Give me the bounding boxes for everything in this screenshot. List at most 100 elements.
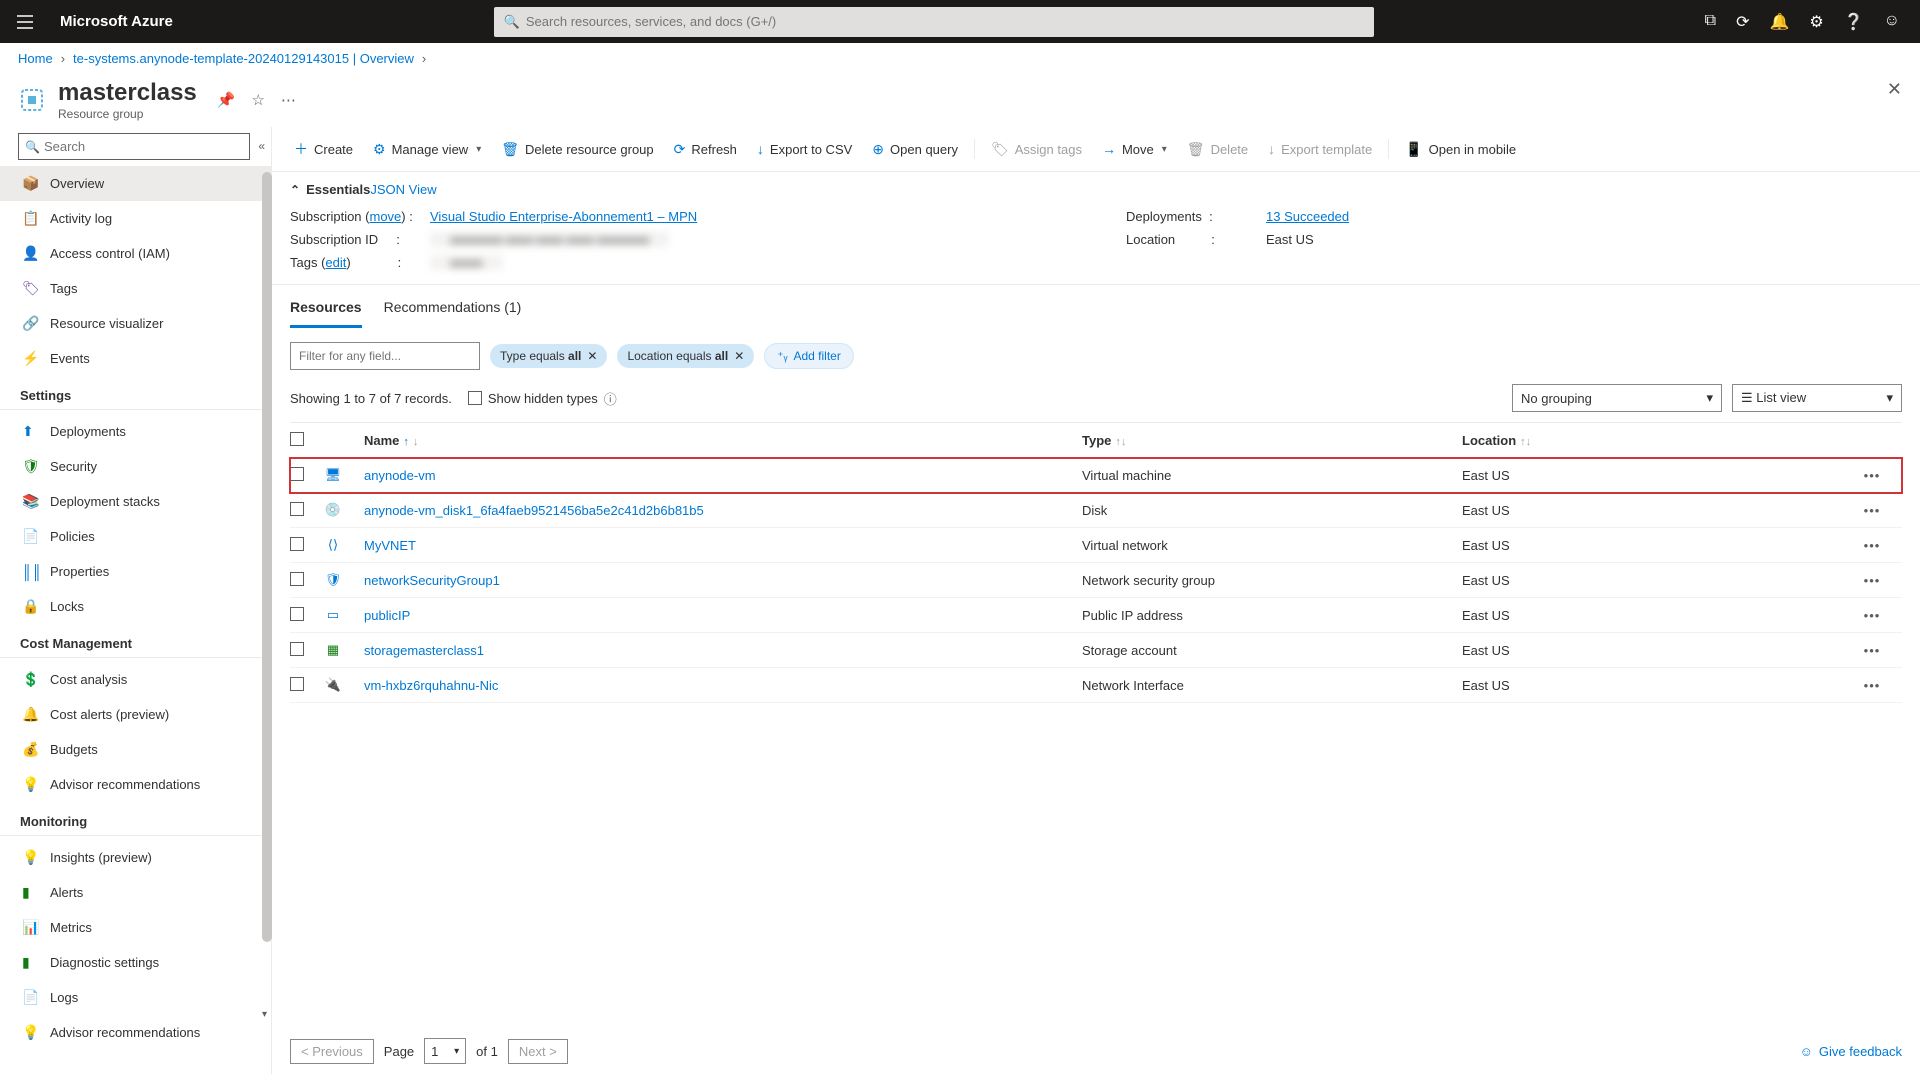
table-row[interactable]: ▦ storagemasterclass1 Storage account Ea… <box>290 633 1902 668</box>
subscription-move-link[interactable]: move <box>370 209 402 224</box>
row-more-icon[interactable]: ••• <box>1842 503 1902 518</box>
sidebar-item[interactable]: 💲Cost analysis <box>0 662 271 697</box>
breadcrumb-home[interactable]: Home <box>18 51 53 66</box>
collapse-sidebar-icon[interactable]: « <box>258 139 265 153</box>
row-more-icon[interactable]: ••• <box>1842 468 1902 483</box>
resource-name-link[interactable]: anynode-vm_disk1_6fa4faeb9521456ba5e2c41… <box>364 503 704 518</box>
col-location[interactable]: Location↑↓ <box>1462 433 1842 448</box>
sidebar-item[interactable]: 📋Activity log <box>0 201 271 236</box>
add-filter-button[interactable]: ⁺ᵧAdd filter <box>764 343 854 369</box>
type-filter-pill[interactable]: Type equals all✕ <box>490 344 607 368</box>
resource-name-link[interactable]: publicIP <box>364 608 410 623</box>
refresh-button[interactable]: ⟳Refresh <box>670 137 741 162</box>
open-mobile-button[interactable]: 📱Open in mobile <box>1401 137 1520 162</box>
resource-name-link[interactable]: storagemasterclass1 <box>364 643 484 658</box>
resource-name-link[interactable]: networkSecurityGroup1 <box>364 573 500 588</box>
table-row[interactable]: 💿 anynode-vm_disk1_6fa4faeb9521456ba5e2c… <box>290 493 1902 528</box>
feedback-icon[interactable]: ☺ <box>1884 12 1900 32</box>
sidebar-item[interactable]: 🛡Security <box>0 449 271 484</box>
essentials-toggle[interactable]: ⌃ Essentials JSON View <box>290 182 1902 197</box>
sidebar-item[interactable]: ║║Properties <box>0 554 271 589</box>
export-csv-button[interactable]: ↓Export to CSV <box>753 137 856 161</box>
grouping-dropdown[interactable]: No grouping▾ <box>1512 384 1722 412</box>
favorite-icon[interactable]: ☆ <box>251 91 264 109</box>
filter-input[interactable] <box>290 342 480 370</box>
row-more-icon[interactable]: ••• <box>1842 643 1902 658</box>
global-search-input[interactable] <box>526 14 1364 29</box>
tab-recommendations[interactable]: Recommendations (1) <box>384 299 522 328</box>
sidebar-item[interactable]: ⚡Events <box>0 341 271 376</box>
row-checkbox[interactable] <box>290 572 304 586</box>
view-dropdown[interactable]: ☰ List view▾ <box>1732 384 1902 412</box>
sidebar-item[interactable]: ▮Alerts <box>0 875 271 910</box>
sidebar-item[interactable]: 🔒Locks <box>0 589 271 624</box>
filter-icon[interactable]: ⟳ <box>1736 12 1749 32</box>
row-checkbox[interactable] <box>290 642 304 656</box>
delete-rg-button[interactable]: 🗑Delete resource group <box>497 137 657 162</box>
location-filter-pill[interactable]: Location equals all✕ <box>617 344 754 368</box>
settings-icon[interactable]: ⚙ <box>1809 12 1823 32</box>
deployments-link[interactable]: 13 Succeeded <box>1266 209 1349 224</box>
subscription-link[interactable]: Visual Studio Enterprise-Abonnement1 – M… <box>430 209 697 224</box>
hamburger-menu-icon[interactable] <box>10 15 40 29</box>
sidebar-item[interactable]: 📚Deployment stacks <box>0 484 271 519</box>
sidebar-item[interactable]: 🏷Tags <box>0 271 271 306</box>
breadcrumb-path[interactable]: te-systems.anynode-template-202401291430… <box>73 51 414 66</box>
previous-page-button[interactable]: < Previous <box>290 1039 374 1064</box>
col-type[interactable]: Type↑↓ <box>1082 433 1462 448</box>
sidebar-item[interactable]: 👤Access control (IAM) <box>0 236 271 271</box>
close-icon[interactable]: ✕ <box>587 349 597 363</box>
cloud-shell-icon[interactable]: ⧉ <box>1705 12 1716 32</box>
sidebar-item[interactable]: 📄Logs <box>0 980 271 1015</box>
row-more-icon[interactable]: ••• <box>1842 678 1902 693</box>
resource-name-link[interactable]: MyVNET <box>364 538 416 553</box>
sidebar-search-input[interactable] <box>44 139 243 154</box>
notifications-icon[interactable]: 🔔 <box>1769 12 1789 32</box>
tab-resources[interactable]: Resources <box>290 299 362 328</box>
table-row[interactable]: ⟨⟩ MyVNET Virtual network East US ••• <box>290 528 1902 563</box>
more-icon[interactable]: ⋯ <box>281 91 296 109</box>
help-icon[interactable]: ❔ <box>1844 12 1864 32</box>
sidebar-item[interactable]: 💡Insights (preview) <box>0 840 271 875</box>
sidebar-item[interactable]: 🔗Resource visualizer <box>0 306 271 341</box>
sidebar-search[interactable]: 🔍 <box>18 133 250 160</box>
resource-name-link[interactable]: anynode-vm <box>364 468 436 483</box>
table-row[interactable]: ▭ publicIP Public IP address East US ••• <box>290 598 1902 633</box>
sidebar-item[interactable]: 💰Budgets <box>0 732 271 767</box>
pin-icon[interactable]: 📌 <box>217 91 236 109</box>
row-more-icon[interactable]: ••• <box>1842 538 1902 553</box>
row-more-icon[interactable]: ••• <box>1842 608 1902 623</box>
global-search[interactable]: 🔍 <box>494 7 1374 37</box>
sidebar-item[interactable]: 📦Overview <box>0 166 271 201</box>
sidebar-item[interactable]: ▮Diagnostic settings <box>0 945 271 980</box>
sidebar-item[interactable]: 📄Policies <box>0 519 271 554</box>
col-name[interactable]: Name↑↓ <box>364 433 1082 448</box>
close-icon[interactable]: ✕ <box>1887 79 1902 100</box>
select-all-checkbox[interactable] <box>290 432 304 446</box>
sidebar-item[interactable]: 🔔Cost alerts (preview) <box>0 697 271 732</box>
table-row[interactable]: 🖥 anynode-vm Virtual machine East US ••• <box>290 458 1902 493</box>
row-checkbox[interactable] <box>290 467 304 481</box>
sidebar-item[interactable]: ⬆Deployments <box>0 414 271 449</box>
info-icon[interactable]: ⓘ <box>604 389 617 408</box>
tags-edit-link[interactable]: edit <box>325 255 346 270</box>
give-feedback-link[interactable]: ☺Give feedback <box>1800 1044 1902 1059</box>
resource-name-link[interactable]: vm-hxbz6rquhahnu-Nic <box>364 678 498 693</box>
sidebar-scrollbar[interactable]: ▾ <box>262 172 272 1002</box>
open-query-button[interactable]: ⊕Open query <box>868 137 962 162</box>
json-view-link[interactable]: JSON View <box>370 182 436 197</box>
manage-view-button[interactable]: ⚙Manage view▾ <box>369 137 485 162</box>
subscription-id-value[interactable]: xxxxxxxx-xxxx-xxxx-xxxx-xxxxxxxx <box>430 232 669 247</box>
move-button[interactable]: →Move▾ <box>1098 137 1171 161</box>
next-page-button[interactable]: Next > <box>508 1039 568 1064</box>
table-row[interactable]: 🛡 networkSecurityGroup1 Network security… <box>290 563 1902 598</box>
tags-value[interactable]: xxxxx <box>430 255 503 270</box>
sidebar-item[interactable]: 📊Metrics <box>0 910 271 945</box>
row-checkbox[interactable] <box>290 607 304 621</box>
sidebar-item[interactable]: 💡Advisor recommendations <box>0 767 271 802</box>
table-row[interactable]: 🔌 vm-hxbz6rquhahnu-Nic Network Interface… <box>290 668 1902 703</box>
row-checkbox[interactable] <box>290 677 304 691</box>
brand-label[interactable]: Microsoft Azure <box>60 13 173 30</box>
sidebar-item[interactable]: 💡Advisor recommendations <box>0 1015 271 1050</box>
page-select[interactable]: 1▾ <box>424 1038 466 1064</box>
